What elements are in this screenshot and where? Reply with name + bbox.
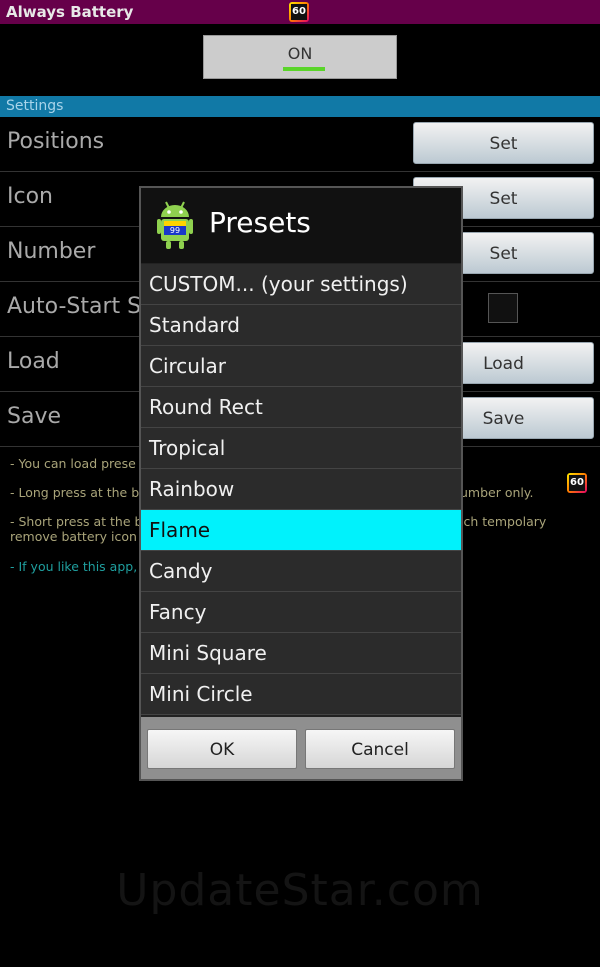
help-text-like-app: - If you like this app, bbox=[10, 559, 138, 574]
preset-item-fancy[interactable]: Fancy bbox=[141, 592, 461, 633]
save-label: Save bbox=[7, 404, 62, 429]
presets-dialog: 99 Presets CUSTOM... (your settings) Sta… bbox=[139, 186, 463, 781]
auto-start-label: Auto-Start Se bbox=[7, 294, 155, 319]
preset-item-mini-circle[interactable]: Mini Circle bbox=[141, 674, 461, 715]
watermark: UpdateStar.com bbox=[116, 865, 484, 916]
dialog-header: 99 Presets bbox=[141, 188, 461, 263]
battery-badge-icon: 60 bbox=[289, 2, 309, 22]
settings-header: Settings bbox=[0, 96, 600, 117]
app-title-bar: Always Battery 60 bbox=[0, 0, 600, 24]
preset-item-rainbow[interactable]: Rainbow bbox=[141, 469, 461, 510]
preset-item-flame[interactable]: Flame bbox=[141, 510, 461, 551]
android-battery-icon: 99 bbox=[157, 201, 193, 249]
settings-row-positions: Positions Set bbox=[0, 117, 600, 172]
preset-item-tropical[interactable]: Tropical bbox=[141, 428, 461, 469]
preset-item-custom[interactable]: CUSTOM... (your settings) bbox=[141, 264, 461, 305]
settings-header-label: Settings bbox=[6, 98, 64, 114]
preset-item-round-rect[interactable]: Round Rect bbox=[141, 387, 461, 428]
positions-label: Positions bbox=[7, 129, 105, 154]
icon-label: Icon bbox=[7, 184, 53, 209]
presets-list: CUSTOM... (your settings) Standard Circu… bbox=[141, 264, 461, 717]
on-toggle-button[interactable]: ON bbox=[203, 35, 397, 79]
help-text-long-press: - Long press at the ba bbox=[10, 485, 147, 500]
number-label: Number bbox=[7, 239, 96, 264]
svg-text:99: 99 bbox=[170, 226, 180, 235]
preset-item-standard[interactable]: Standard bbox=[141, 305, 461, 346]
dialog-button-bar: OK Cancel bbox=[141, 717, 461, 779]
preset-item-mini-square[interactable]: Mini Square bbox=[141, 633, 461, 674]
app-title: Always Battery bbox=[6, 3, 134, 21]
positions-set-button[interactable]: Set bbox=[413, 122, 594, 164]
help-text-remove-icon: remove battery icon f bbox=[10, 529, 146, 544]
help-text-load: - You can load prese bbox=[10, 456, 136, 471]
toggle-indicator bbox=[283, 67, 325, 71]
help-battery-icon: 60 bbox=[567, 473, 587, 493]
on-toggle-label: ON bbox=[287, 44, 313, 63]
help-text-long-press-end: umber only. bbox=[460, 485, 534, 500]
preset-item-candy[interactable]: Candy bbox=[141, 551, 461, 592]
dialog-title: Presets bbox=[209, 206, 311, 239]
ok-button[interactable]: OK bbox=[147, 729, 297, 769]
auto-start-checkbox[interactable] bbox=[488, 293, 518, 323]
help-text-short-press: - Short press at the b bbox=[10, 514, 143, 529]
help-text-short-press-end: ich tempolary bbox=[460, 514, 547, 529]
cancel-button[interactable]: Cancel bbox=[305, 729, 455, 769]
load-label: Load bbox=[7, 349, 60, 374]
preset-item-circular[interactable]: Circular bbox=[141, 346, 461, 387]
